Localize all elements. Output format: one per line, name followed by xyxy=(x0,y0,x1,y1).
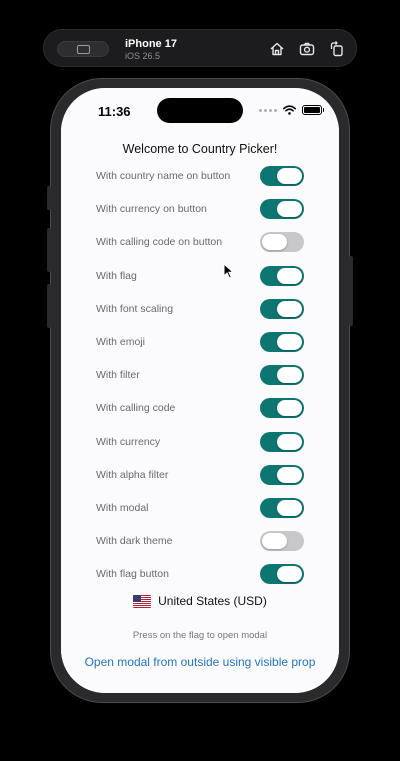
option-toggle[interactable] xyxy=(260,298,304,319)
option-label: With calling code on button xyxy=(96,236,223,249)
device-icon xyxy=(77,45,90,54)
option-label: With country name on button xyxy=(96,170,231,182)
action-button xyxy=(47,186,51,210)
option-row: With flag button xyxy=(96,564,306,586)
dynamic-island xyxy=(157,98,243,123)
option-toggle[interactable] xyxy=(260,232,304,253)
option-row: With modal xyxy=(96,498,306,520)
toggle-knob xyxy=(277,267,302,284)
option-label: With modal xyxy=(96,502,149,514)
toggle-knob xyxy=(277,201,302,218)
option-label: With filter xyxy=(96,369,140,382)
battery-icon xyxy=(302,105,324,115)
toggle-knob xyxy=(277,367,302,384)
option-row: With emoji xyxy=(96,332,306,354)
option-toggle[interactable] xyxy=(260,531,304,552)
status-icons xyxy=(259,105,324,115)
option-row: With filter xyxy=(96,365,306,387)
home-icon xyxy=(270,42,284,56)
simulator-toolbar: iPhone 17 iOS 26.5 xyxy=(43,29,357,67)
volume-up-button xyxy=(47,228,51,272)
toggle-knob xyxy=(277,334,302,350)
option-label: With emoji xyxy=(96,336,146,348)
option-label: With calling code xyxy=(96,402,176,415)
option-label: With currency on button xyxy=(96,203,207,216)
option-toggle[interactable] xyxy=(260,498,304,518)
option-label: With flag xyxy=(96,269,137,282)
option-toggle[interactable] xyxy=(260,332,304,352)
device-name: iPhone 17 xyxy=(125,38,177,50)
selected-country: United States (USD) xyxy=(158,594,267,608)
option-row: With country name on button xyxy=(96,166,306,188)
rotate-icon xyxy=(330,41,343,57)
option-toggle[interactable] xyxy=(260,199,304,220)
option-toggle[interactable] xyxy=(260,365,304,386)
toggle-knob xyxy=(262,533,287,550)
os-version: iOS 26.5 xyxy=(125,51,161,61)
option-label: With alpha filter xyxy=(96,468,169,481)
option-row: With flag xyxy=(96,265,306,288)
toggle-knob xyxy=(277,400,302,417)
option-label: With flag button xyxy=(96,568,169,581)
toggle-knob xyxy=(277,168,302,184)
mouse-cursor-icon xyxy=(223,263,235,279)
wifi-icon xyxy=(283,105,296,115)
toggle-knob xyxy=(262,234,287,251)
phone-screen: 11:36 Welcome to Country Picker! With co… xyxy=(61,88,339,693)
device-selector-button[interactable] xyxy=(57,41,109,57)
option-row: With currency on button xyxy=(96,199,306,221)
screenshot-button[interactable] xyxy=(296,38,318,60)
screenshot-icon xyxy=(299,42,315,56)
volume-down-button xyxy=(47,284,51,328)
option-row: With font scaling xyxy=(96,298,306,321)
option-row: With dark theme xyxy=(96,531,306,553)
option-row: With calling code on button xyxy=(96,232,306,254)
welcome-title: Welcome to Country Picker! xyxy=(122,142,278,156)
home-button[interactable] xyxy=(266,38,288,60)
option-label: With currency xyxy=(96,435,161,448)
toggle-knob xyxy=(277,433,302,450)
signal-icon xyxy=(259,108,277,112)
toggle-knob xyxy=(277,500,302,516)
us-flag-icon[interactable] xyxy=(133,594,152,608)
flag-hint: Press on the flag to open modal xyxy=(132,630,268,641)
option-toggle[interactable] xyxy=(260,464,304,485)
option-toggle[interactable] xyxy=(260,431,304,452)
toggle-knob xyxy=(277,566,302,583)
country-picker-button[interactable]: United States (USD) xyxy=(61,594,339,608)
option-row: With calling code xyxy=(96,398,306,420)
option-toggle[interactable] xyxy=(260,398,304,419)
open-modal-link[interactable]: Open modal from outside using visible pr… xyxy=(61,655,339,669)
toggle-knob xyxy=(277,466,302,483)
option-row: With alpha filter xyxy=(96,464,306,487)
power-button xyxy=(349,256,353,326)
toggle-knob xyxy=(277,300,302,317)
option-row: With currency xyxy=(96,431,306,454)
option-toggle[interactable] xyxy=(260,166,304,186)
option-toggle[interactable] xyxy=(260,564,304,585)
rotate-button[interactable] xyxy=(326,38,348,60)
option-label: With font scaling xyxy=(96,302,174,315)
option-toggle[interactable] xyxy=(260,265,304,286)
status-time: 11:36 xyxy=(98,104,131,119)
option-label: With dark theme xyxy=(96,535,173,548)
